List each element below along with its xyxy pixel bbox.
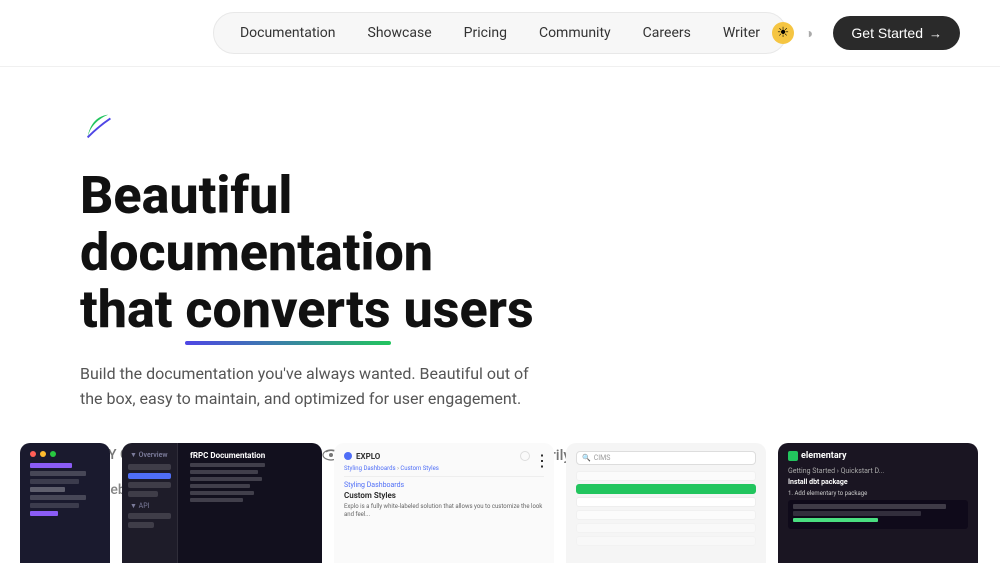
- explo-content-para: Explo is a fully white-labeled solution …: [344, 503, 544, 520]
- nav-careers[interactable]: Careers: [629, 19, 705, 47]
- main-nav: Documentation Showcase Pricing Community…: [213, 12, 787, 54]
- elementary-logo: elementary: [788, 451, 968, 461]
- rpc-sidebar: ▼ Overview ▼ API: [122, 443, 178, 563]
- elem-logo-icon: [788, 451, 798, 461]
- search-result-1: [576, 471, 756, 481]
- rpc-content: fRPC Documentation: [182, 443, 273, 563]
- code-block: [788, 500, 968, 529]
- screenshot-code-dark: [20, 443, 110, 563]
- header: Documentation Showcase Pricing Community…: [0, 0, 1000, 67]
- dot-green: [50, 451, 56, 457]
- nav-writer[interactable]: Writer: [709, 19, 774, 47]
- screenshots-section: ▼ Overview ▼ API fRPC Documentation: [0, 433, 1000, 563]
- search-result-2-selected: [576, 484, 756, 494]
- moon-icon[interactable]: ◑: [798, 22, 820, 44]
- search-result-3: [576, 497, 756, 507]
- search-result-5: [576, 523, 756, 533]
- nav-showcase[interactable]: Showcase: [354, 19, 446, 47]
- nav-community[interactable]: Community: [525, 19, 625, 47]
- search-bar: 🔍 CIMS: [576, 451, 756, 465]
- screenshot-elementary: elementary Getting Started › Quickstart …: [778, 443, 978, 563]
- explo-breadcrumb: Styling Dashboards › Custom Styles: [344, 465, 544, 472]
- search-icon-sm: [520, 451, 530, 461]
- brand-logo: [80, 107, 118, 145]
- screenshot-search: 🔍 CIMS: [566, 443, 766, 563]
- nav-documentation[interactable]: Documentation: [226, 19, 350, 47]
- divider: [344, 476, 544, 477]
- screenshot-rpc-docs: ▼ Overview ▼ API fRPC Documentation: [122, 443, 322, 563]
- title-bar-1: [30, 451, 100, 457]
- hero-subheadline: Build the documentation you've always wa…: [80, 361, 540, 412]
- explo-brand-row: EXPLO ⋮: [344, 451, 544, 461]
- dot-red: [30, 451, 36, 457]
- search-result-6: [576, 536, 756, 546]
- explo-content-title: Custom Styles: [344, 491, 544, 500]
- screenshot-explo: EXPLO ⋮ Styling Dashboards › Custom Styl…: [334, 443, 554, 563]
- search-result-4: [576, 510, 756, 520]
- get-started-button[interactable]: Get Started: [833, 16, 960, 50]
- dot-yellow: [40, 451, 46, 457]
- headline-highlight: converts: [185, 281, 390, 344]
- main-headline: Beautiful documentation that converts us…: [80, 167, 640, 345]
- sun-icon[interactable]: ☀: [772, 22, 794, 44]
- theme-toggle[interactable]: ☀ ◑: [772, 22, 820, 44]
- underline-decoration: [185, 341, 390, 345]
- nav-pricing[interactable]: Pricing: [450, 19, 521, 47]
- menu-icon-sm: ⋮: [534, 451, 544, 461]
